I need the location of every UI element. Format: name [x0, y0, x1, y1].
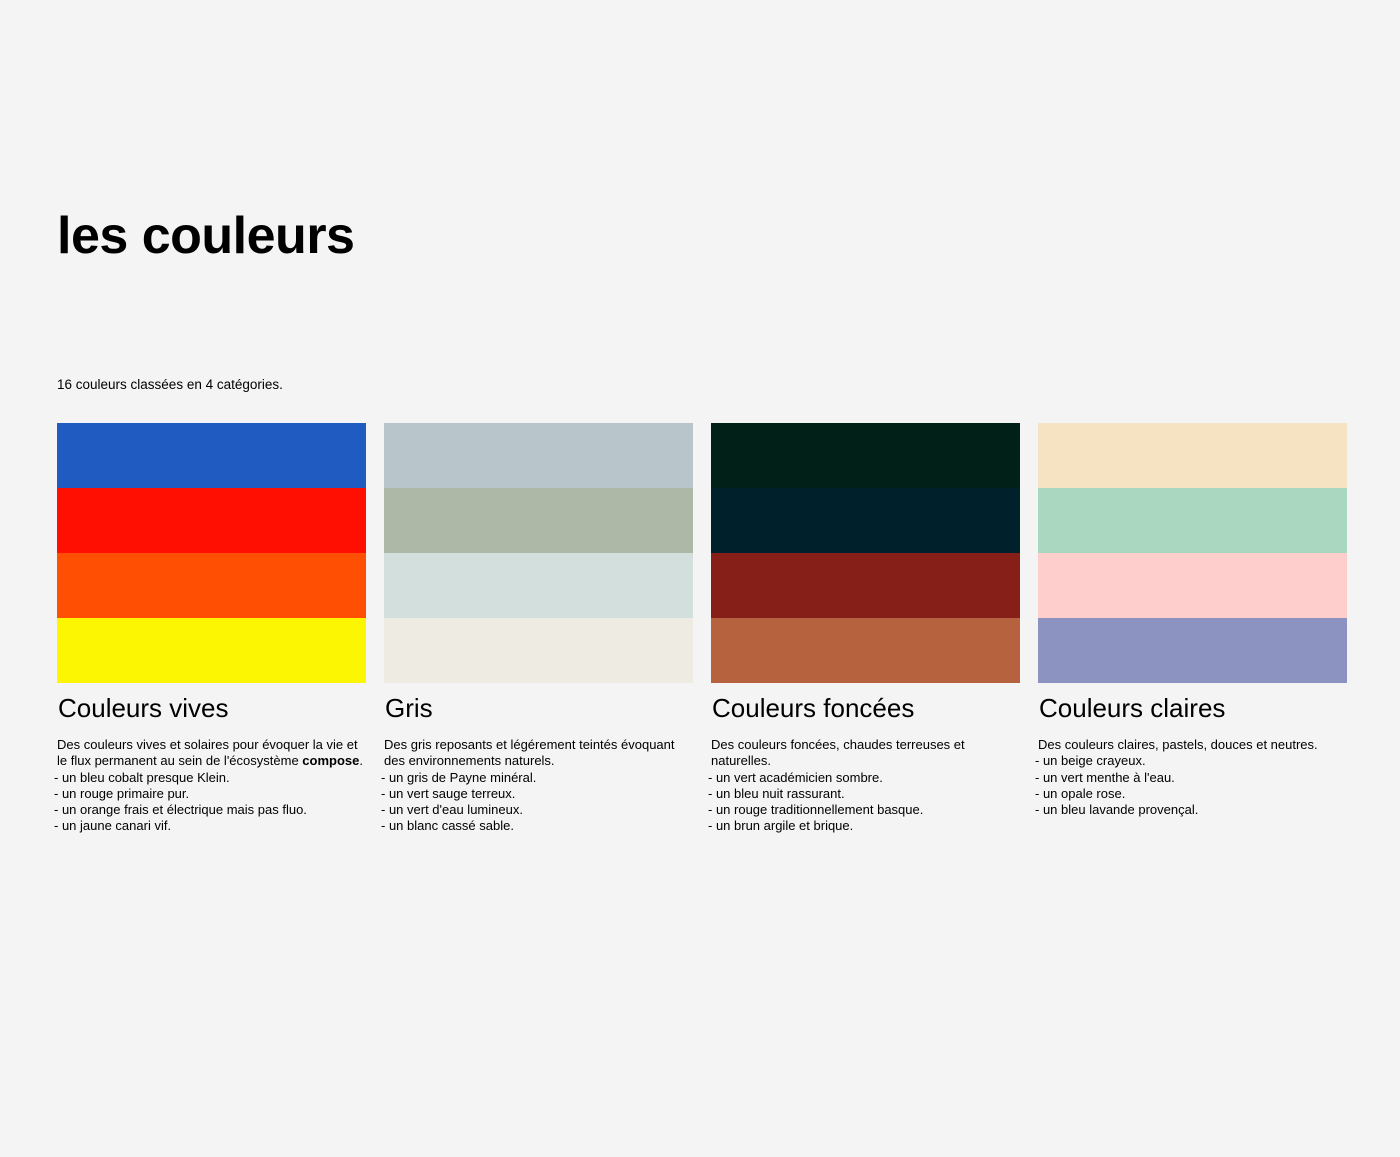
- color-swatch: [1038, 618, 1347, 683]
- swatch-stack: [384, 423, 693, 683]
- color-list-item: - un vert sauge terreux.: [381, 785, 516, 801]
- description-intro: Des couleurs vives et solaires pour évoq…: [54, 737, 366, 770]
- category-title: Gris: [385, 693, 433, 723]
- description-intro: Des gris reposants et légérement teintés…: [381, 737, 693, 770]
- color-list-item: - un bleu nuit rassurant.: [708, 785, 845, 801]
- color-swatch: [711, 423, 1020, 488]
- brand-name: compose: [302, 753, 360, 769]
- color-swatch: [384, 553, 693, 618]
- swatch-stack: [1038, 423, 1347, 683]
- description-intro-text: Des gris reposants et légérement teintés…: [384, 737, 675, 769]
- swatch-stack: [711, 423, 1020, 683]
- color-swatch: [57, 618, 366, 683]
- color-list-item: - un rouge traditionnellement basque.: [708, 802, 924, 818]
- color-list-item: - un gris de Payne minéral.: [381, 769, 537, 785]
- category-gris: Gris Des gris reposants et légérement te…: [381, 423, 693, 835]
- category-title: Couleurs vives: [58, 693, 229, 723]
- color-list-item: - un vert académicien sombre.: [708, 769, 883, 785]
- color-list-item: - un bleu cobalt presque Klein.: [54, 769, 230, 785]
- color-swatch: [711, 618, 1020, 683]
- color-list-item: - un jaune canari vif.: [54, 818, 172, 834]
- color-list-item: - un beige crayeux.: [1035, 753, 1146, 769]
- color-swatch: [711, 553, 1020, 618]
- color-swatch: [57, 488, 366, 553]
- color-swatch: [1038, 488, 1347, 553]
- color-swatch: [384, 423, 693, 488]
- description-intro-text: Des couleurs claires, pastels, douces et…: [1038, 737, 1318, 752]
- color-swatch: [1038, 553, 1347, 618]
- color-list-item: - un orange frais et électrique mais pas…: [54, 802, 307, 818]
- description-intro-end: .: [359, 753, 363, 769]
- category-couleurs-foncees: Couleurs foncées Des couleurs foncées, c…: [708, 423, 1020, 835]
- color-list-item: - un opale rose.: [1035, 785, 1126, 801]
- description-intro-text: Des couleurs foncées, chaudes terreuses …: [711, 737, 965, 769]
- page-title: les couleurs: [57, 207, 355, 265]
- category-description: Des couleurs foncées, chaudes terreuses …: [708, 737, 1020, 835]
- category-couleurs-claires: Couleurs claires Des couleurs claires, p…: [1035, 423, 1347, 818]
- category-description: Des couleurs claires, pastels, douces et…: [1035, 737, 1347, 818]
- color-list-item: - un brun argile et brique.: [708, 818, 854, 834]
- swatch-stack: [57, 423, 366, 683]
- color-swatch: [1038, 423, 1347, 488]
- color-list-item: - un bleu lavande provençal.: [1035, 802, 1199, 818]
- color-list-item: - un vert d'eau lumineux.: [381, 802, 523, 818]
- color-list-item: - un rouge primaire pur.: [54, 785, 190, 801]
- color-swatch: [384, 488, 693, 553]
- description-intro: Des couleurs foncées, chaudes terreuses …: [708, 737, 1020, 770]
- color-swatch: [57, 553, 366, 618]
- color-swatch: [711, 488, 1020, 553]
- intro-text: 16 couleurs classées en 4 catégories.: [57, 377, 283, 392]
- color-list-item: - un blanc cassé sable.: [381, 818, 514, 834]
- category-couleurs-vives: Couleurs vives Des couleurs vives et sol…: [54, 423, 366, 835]
- category-description: Des couleurs vives et solaires pour évoq…: [54, 737, 366, 835]
- description-intro: Des couleurs claires, pastels, douces et…: [1035, 737, 1347, 753]
- color-swatch: [57, 423, 366, 488]
- color-swatch: [384, 618, 693, 683]
- category-title: Couleurs foncées: [712, 693, 915, 723]
- category-title: Couleurs claires: [1039, 693, 1226, 723]
- category-description: Des gris reposants et légérement teintés…: [381, 737, 693, 835]
- color-list-item: - un vert menthe à l'eau.: [1035, 769, 1175, 785]
